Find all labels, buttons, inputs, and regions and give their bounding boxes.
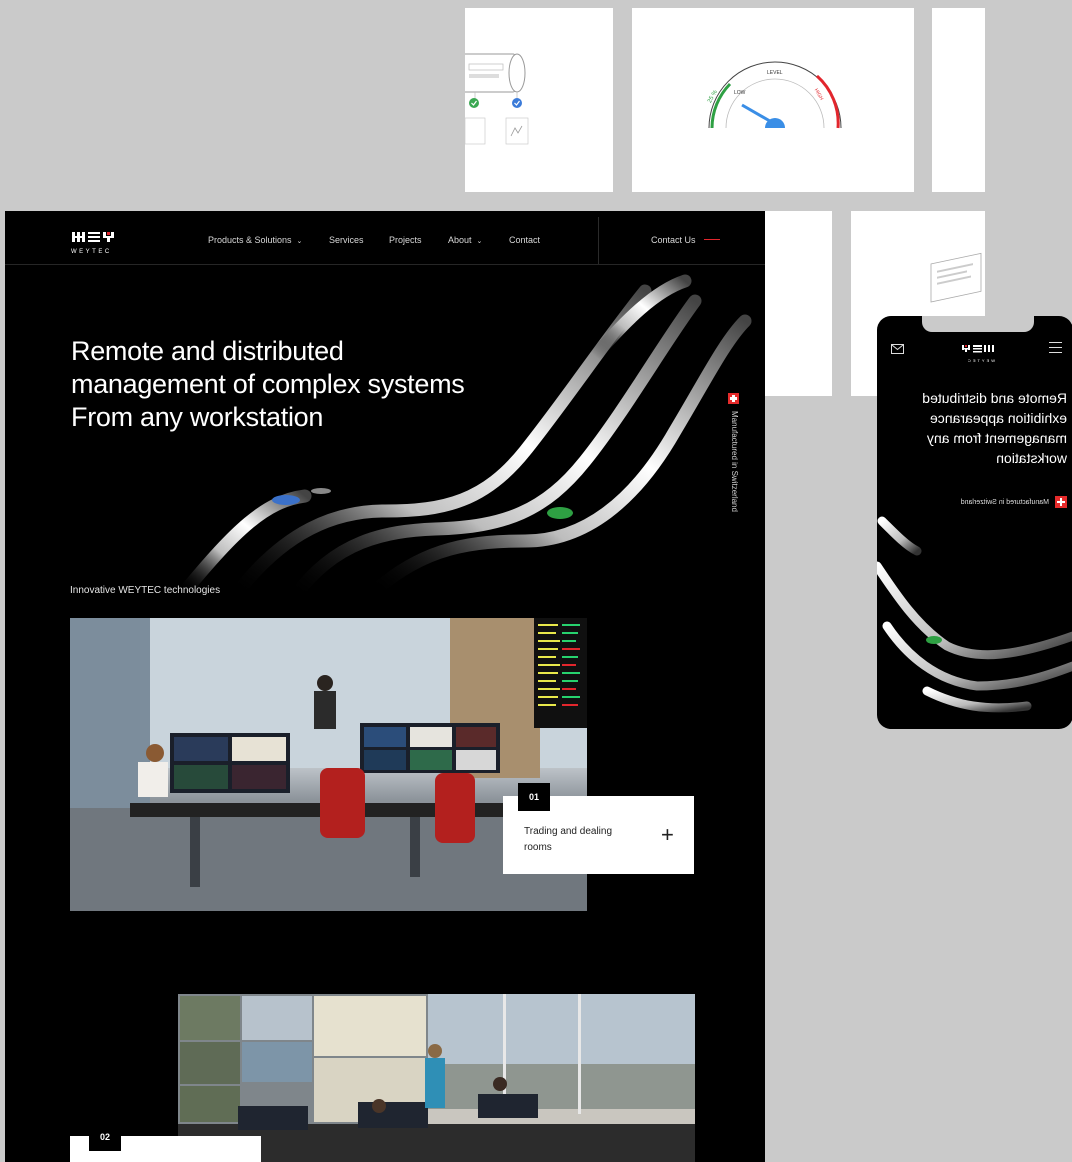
item-number: 02 bbox=[89, 1123, 121, 1151]
green-dot bbox=[926, 636, 942, 644]
mail-icon[interactable] bbox=[891, 344, 904, 354]
mobile-mockup: WEYTEC Remote and distributed exhibition… bbox=[877, 316, 1072, 729]
lower-card bbox=[765, 211, 832, 396]
blue-dot bbox=[272, 495, 300, 505]
gauge-chart: 25 % LEVEL LOW HIGH bbox=[707, 61, 842, 129]
item-number: 01 bbox=[518, 783, 550, 811]
menu-icon[interactable] bbox=[1049, 342, 1062, 353]
mobile-hero-title: Remote and distributed exhibition appear… bbox=[922, 390, 1067, 466]
svg-text:LEVEL: LEVEL bbox=[767, 70, 783, 76]
swiss-flag-icon bbox=[728, 393, 739, 404]
phone-notch bbox=[922, 316, 1034, 332]
grey-dot bbox=[311, 488, 331, 494]
gauge-card: 25 % LEVEL LOW HIGH bbox=[632, 8, 914, 192]
manufactured-label: Manufactured in Switzerland bbox=[730, 411, 739, 512]
svg-text:LOW: LOW bbox=[734, 90, 746, 96]
hero-title: Remote and distributed management of com… bbox=[71, 336, 465, 432]
mobile-logo-wordmark: WEYTEC bbox=[965, 358, 995, 363]
tile-title: Trading and dealing rooms bbox=[524, 826, 613, 853]
desktop-mockup: WEYTEC Products & Solutions ⌄ Services Pr… bbox=[5, 211, 765, 1162]
section-label: Innovative WEYTEC technologies bbox=[70, 585, 221, 596]
check-icon bbox=[469, 98, 479, 108]
check-icon bbox=[512, 98, 522, 108]
mobile-wave-graphic bbox=[877, 516, 1072, 713]
plus-icon[interactable]: + bbox=[661, 822, 674, 848]
mobile-logo[interactable]: WEYTEC bbox=[955, 340, 995, 363]
flow-diagram bbox=[454, 53, 529, 145]
partial-card bbox=[932, 8, 985, 192]
svg-text:HIGH: HIGH bbox=[813, 88, 825, 102]
logo-mark-icon bbox=[962, 345, 994, 353]
diagram-card bbox=[454, 8, 613, 192]
green-dot bbox=[547, 507, 573, 519]
